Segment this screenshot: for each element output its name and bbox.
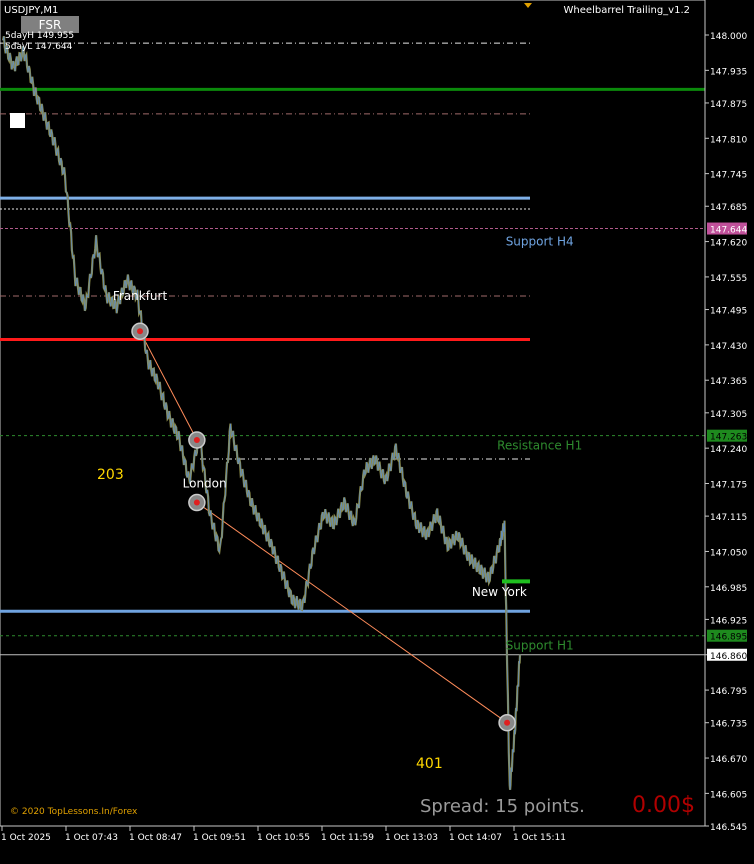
day-high-label: 5dayH 149.955 (5, 31, 74, 41)
time-tick-label: 1 Oct 10:55 (257, 833, 310, 843)
price-tick-label: 147.365 (710, 377, 747, 387)
profit-label: 0.00$ (632, 793, 695, 818)
zone-label: Resistance H1 (497, 438, 582, 452)
chart-labels: Frankfurt London New York Support H4 Resista… (113, 235, 582, 653)
price-tick-label: 147.305 (710, 410, 747, 420)
trend-lines (139, 331, 508, 724)
trend-line-0 (139, 331, 198, 441)
swing-dot (137, 328, 144, 335)
price-series (1, 35, 530, 790)
price-tick-label: 146.545 (710, 823, 747, 833)
white-square-icon[interactable] (10, 113, 25, 128)
price-tick-label: 147.685 (710, 203, 747, 213)
price-tick-label: 146.605 (710, 790, 747, 800)
zone-label: Support H4 (506, 235, 574, 249)
swing-dot (504, 719, 511, 726)
swing-marker-icon (188, 431, 206, 449)
chart-canvas[interactable]: 148.000 147.935 147.875 147.810 147.745 147.6… (0, 0, 754, 860)
fsr-button-label: FSR (39, 18, 62, 32)
price-tick-label: 148.000 (710, 32, 747, 42)
time-tick-label: 1 Oct 08:47 (129, 833, 182, 843)
price-tick-label: 147.240 (710, 445, 747, 455)
swing-marker-icon (188, 493, 206, 512)
spread-label: Spread: 15 points. (420, 796, 585, 817)
price-tick-label: 146.985 (710, 584, 747, 594)
indicator-arrow-icon (524, 3, 532, 8)
price-tick-label: 147.555 (710, 274, 747, 284)
plot-frame (0, 0, 706, 827)
time-tick-label: 1 Oct 2025 (1, 833, 51, 843)
time-tick-label: 1 Oct 14:07 (449, 833, 502, 843)
count-right: 401 (416, 756, 443, 772)
price-tag-label: 147.263 (710, 433, 747, 443)
session-label: Frankfurt (113, 289, 168, 303)
price-chart[interactable]: 148.000 147.935 147.875 147.810 147.745 147.6… (0, 0, 754, 860)
price-tick-label: 146.735 (710, 720, 747, 730)
symbol-label: USDJPY,M1 (4, 5, 58, 16)
indicator-label: Wheelbarrel Trailing_v1.2 (564, 5, 690, 16)
price-tick-label: 147.495 (710, 307, 747, 317)
price-tick-label: 147.810 (710, 135, 747, 145)
price-tick-label: 147.745 (710, 171, 747, 181)
session-label: New York (472, 585, 527, 599)
time-tick-label: 1 Oct 13:03 (385, 833, 438, 843)
time-axis[interactable]: 1 Oct 2025 1 Oct 07:43 1 Oct 08:47 1 Oct 09… (0, 825, 705, 843)
price-tag-label: 147.644 (710, 226, 747, 236)
swing-dot (193, 499, 200, 506)
swing-markers (131, 322, 516, 732)
swing-marker-icon (498, 713, 516, 732)
price-tick-label: 147.875 (710, 100, 747, 110)
copyright-label: © 2020 TopLessons.In/Forex (10, 807, 138, 817)
price-tick-label: 146.925 (710, 616, 747, 626)
time-tick-label: 1 Oct 07:43 (65, 833, 118, 843)
price-tick-label: 147.050 (710, 548, 747, 558)
time-tick-label: 1 Oct 15:11 (513, 833, 566, 843)
time-tick-label: 1 Oct 11:59 (321, 833, 374, 843)
price-tick-label: 147.175 (710, 481, 747, 491)
session-label: London (183, 477, 227, 491)
price-tag-label: 146.895 (710, 633, 747, 643)
price-tick-label: 147.935 (710, 67, 747, 77)
swing-dot (193, 437, 200, 444)
price-tick-label: 147.430 (710, 342, 747, 352)
price-tag-label: 146.860 (710, 652, 747, 662)
zone-label: Support H1 (506, 639, 574, 653)
day-low-label: 5dayL 147.644 (5, 42, 73, 52)
count-left: 203 (97, 467, 124, 483)
price-tick-label: 146.795 (710, 687, 747, 697)
price-axis[interactable]: 148.000 147.935 147.875 147.810 147.745 147.6… (704, 0, 747, 833)
price-tick-label: 147.115 (710, 513, 747, 523)
price-tick-label: 147.620 (710, 239, 747, 249)
swing-marker-icon (131, 322, 149, 341)
price-tick-label: 146.670 (710, 755, 747, 765)
time-tick-label: 1 Oct 09:51 (193, 833, 246, 843)
level-lines (0, 42, 705, 656)
